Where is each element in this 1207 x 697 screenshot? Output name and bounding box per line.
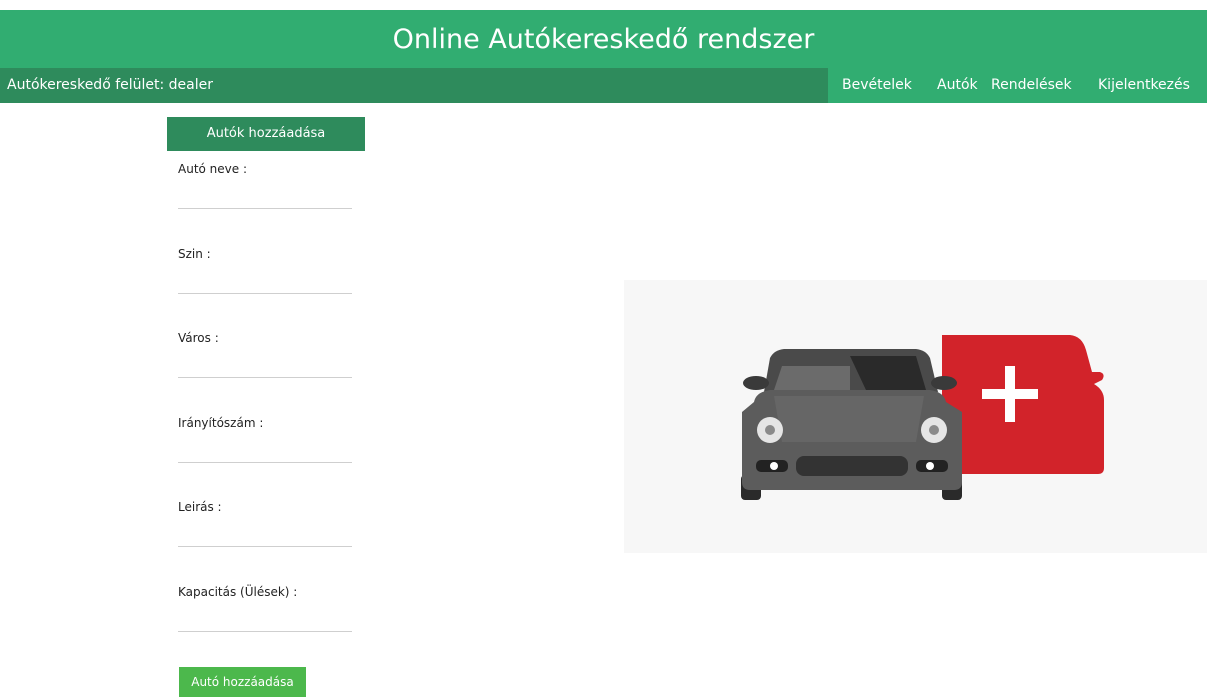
form-title: Autók hozzáadása (167, 117, 365, 151)
color-input[interactable] (178, 271, 352, 294)
add-car-button[interactable]: Autó hozzáadása (179, 667, 306, 697)
add-car-form-header: Autók hozzáadása (167, 117, 365, 151)
city-label: Város : (178, 331, 219, 345)
car-name-label: Autó neve : (178, 162, 248, 176)
nav-link-cars[interactable]: Autók (937, 68, 978, 103)
description-input[interactable] (178, 524, 352, 547)
postal-code-input[interactable] (178, 440, 352, 463)
postal-code-label: Irányítószám : (178, 416, 264, 430)
nav-link-revenue[interactable]: Bevételek (842, 68, 912, 103)
dealer-label: Autókereskedő felület: dealer (7, 77, 214, 93)
description-label: Leirás : (178, 500, 222, 514)
app-title: Online Autókereskedő rendszer (392, 23, 815, 55)
add-car-icon (741, 335, 1104, 500)
car-name-input[interactable] (178, 186, 352, 209)
capacity-input[interactable] (178, 609, 352, 632)
car-illustration (624, 280, 1207, 553)
navbar: Autókereskedő felület: dealer Bevételek … (0, 68, 1207, 103)
capacity-label: Kapacitás (Ülések) : (178, 585, 298, 599)
nav-links: Bevételek Autók Rendelések Kijelentkezés (828, 68, 1207, 103)
nav-link-orders[interactable]: Rendelések (991, 68, 1072, 103)
city-input[interactable] (178, 355, 352, 378)
color-label: Szin : (178, 247, 211, 261)
nav-link-logout[interactable]: Kijelentkezés (1098, 68, 1190, 103)
app-header: Online Autókereskedő rendszer (0, 10, 1207, 68)
